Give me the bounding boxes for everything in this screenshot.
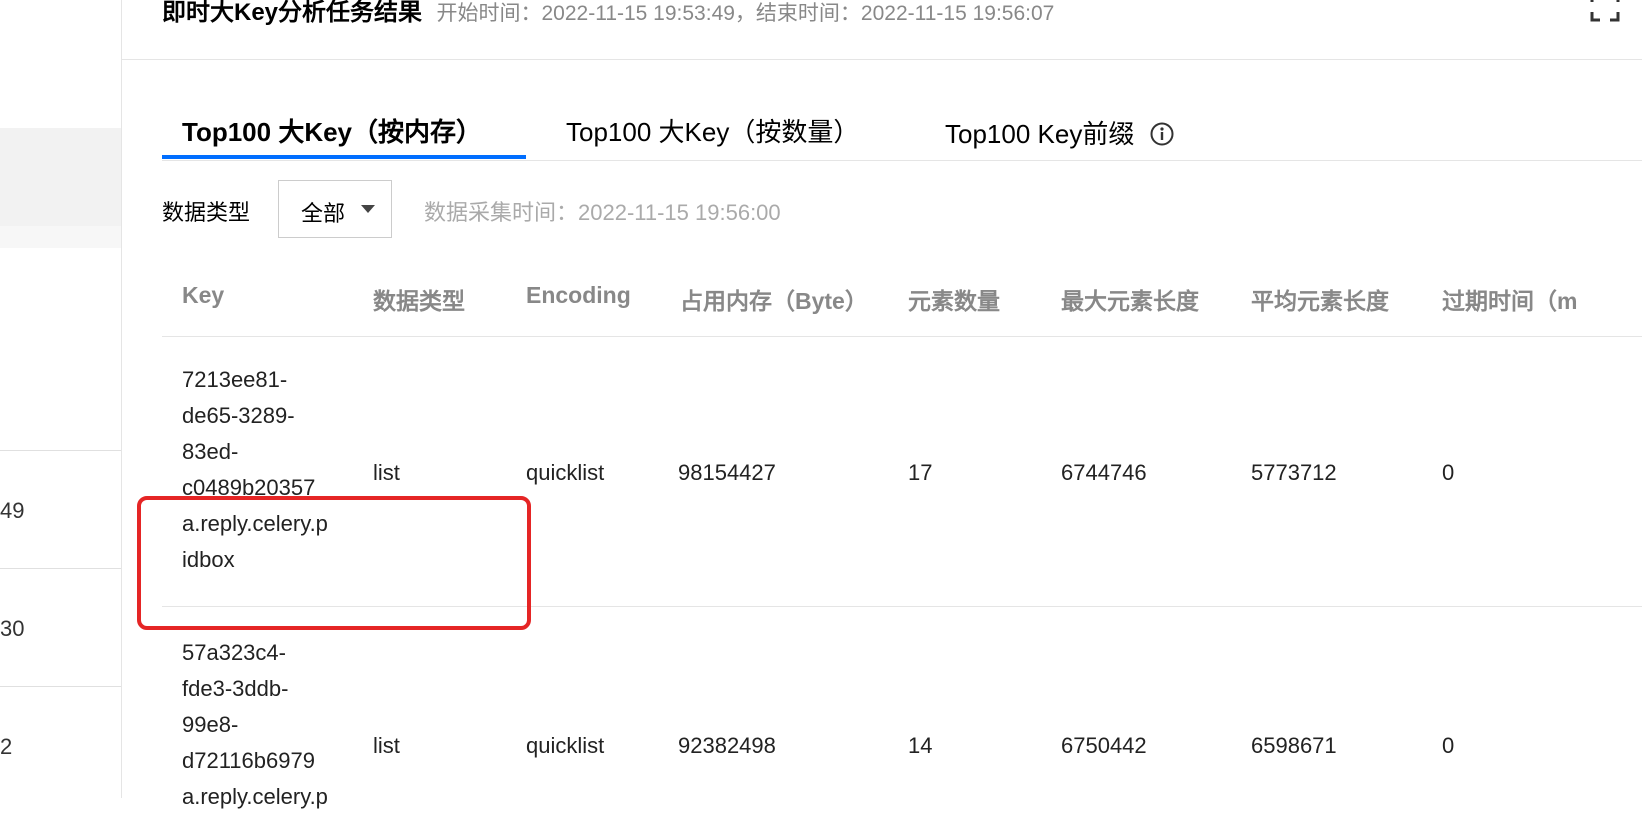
- element-count-cell: 14: [908, 733, 933, 758]
- key-cell: 7213ee81- de65-3289- 83ed- c0489b20357 a…: [182, 362, 328, 578]
- data-type-select-value: 全部: [301, 201, 346, 226]
- avg-length-cell: 5773712: [1251, 460, 1337, 485]
- left-panel-number: 30: [0, 616, 25, 641]
- task-time-info: 开始时间：2022-11-15 19:53:49，结束时间：2022-11-15…: [436, 2, 1055, 25]
- encoding-cell: quicklist: [526, 733, 605, 758]
- active-tab-indicator: [162, 155, 526, 159]
- column-header-avg-element-length: 平均元素长度: [1251, 288, 1389, 314]
- tab-bar: Top100 大Key（按内存） Top100 大Key（按数量） Top100…: [162, 100, 1642, 161]
- key-text-line: de65-3289-: [182, 403, 295, 428]
- memory-cell: 92382498: [678, 733, 776, 758]
- encoding-cell: quicklist: [526, 460, 605, 485]
- element-count-cell: 17: [908, 460, 933, 485]
- column-header-memory: 占用内存（Byte）: [680, 288, 868, 314]
- key-text-line: 83ed-: [182, 439, 239, 464]
- left-panel-number: 2: [0, 734, 13, 759]
- left-panel-divider: [0, 686, 121, 687]
- left-panel-band: [0, 226, 121, 248]
- expire-cell: 0: [1442, 733, 1455, 758]
- type-cell: list: [373, 733, 400, 758]
- row-divider: [162, 606, 1642, 607]
- tab-top100-by-count[interactable]: Top100 大Key（按数量）: [566, 112, 859, 149]
- key-text-line: c0489b20357: [182, 475, 316, 500]
- table-header-divider: [162, 336, 1642, 337]
- header-divider: [122, 59, 1642, 60]
- info-icon[interactable]: [1150, 122, 1174, 146]
- column-header-max-element-length: 最大元素长度: [1061, 288, 1199, 314]
- key-text-line: d72116b6979: [182, 748, 315, 773]
- data-type-select[interactable]: 全部: [278, 180, 392, 238]
- main-panel: 即时大Key分析任务结果 开始时间：2022-11-15 19:53:49，结束…: [122, 0, 1642, 809]
- data-type-filter-label: 数据类型: [162, 200, 251, 225]
- tab-label: Top100 大Key（按数量）: [566, 117, 860, 147]
- left-panel-number: 49: [0, 498, 25, 523]
- column-header-element-count: 元素数量: [908, 288, 1000, 314]
- expire-cell: 0: [1442, 460, 1455, 485]
- tab-top100-by-memory[interactable]: Top100 大Key（按内存）: [182, 112, 482, 149]
- memory-cell: 98154427: [678, 460, 776, 485]
- key-text-line: a.reply.celery.p: [182, 784, 328, 809]
- type-cell: list: [373, 460, 400, 485]
- left-panel-selected-row[interactable]: [0, 128, 121, 226]
- fullscreen-icon[interactable]: [1590, 0, 1620, 22]
- caret-down-icon: [361, 205, 375, 213]
- key-text-line: fde3-3ddb-: [182, 676, 289, 701]
- collect-time: 数据采集时间：2022-11-15 19:56:00: [424, 200, 781, 225]
- key-text-line: 7213ee81-: [182, 367, 288, 392]
- filter-row: 数据类型 全部 数据采集时间：2022-11-15 19:56:00: [162, 180, 962, 240]
- avg-length-cell: 6598671: [1251, 733, 1337, 758]
- column-header-encoding: Encoding: [526, 282, 631, 308]
- left-panel-divider: [0, 568, 121, 569]
- max-length-cell: 6750442: [1061, 733, 1147, 758]
- key-cell: 57a323c4- fde3-3ddb- 99e8- d72116b6979 a…: [182, 635, 328, 815]
- page-title: 即时大Key分析任务结果: [162, 0, 423, 26]
- tab-top100-key-prefix[interactable]: Top100 Key前缀: [945, 114, 1174, 151]
- column-header-key: Key: [182, 282, 225, 308]
- column-header-data-type: 数据类型: [373, 288, 465, 314]
- left-panel-divider: [0, 450, 121, 451]
- key-text-line: a.reply.celery.p: [182, 511, 328, 536]
- key-text-line: idbox: [182, 547, 235, 572]
- tab-label: Top100 Key前缀: [945, 119, 1135, 149]
- key-text-line: 57a323c4-: [182, 640, 286, 665]
- max-length-cell: 6744746: [1061, 460, 1147, 485]
- left-panel: 49 30 2: [0, 0, 122, 798]
- page-header: 即时大Key分析任务结果 开始时间：2022-11-15 19:53:49，结束…: [162, 0, 1054, 27]
- tab-label: Top100 大Key（按内存）: [182, 117, 483, 147]
- key-text-line: 99e8-: [182, 712, 239, 737]
- column-header-expire-time: 过期时间（m: [1442, 288, 1578, 314]
